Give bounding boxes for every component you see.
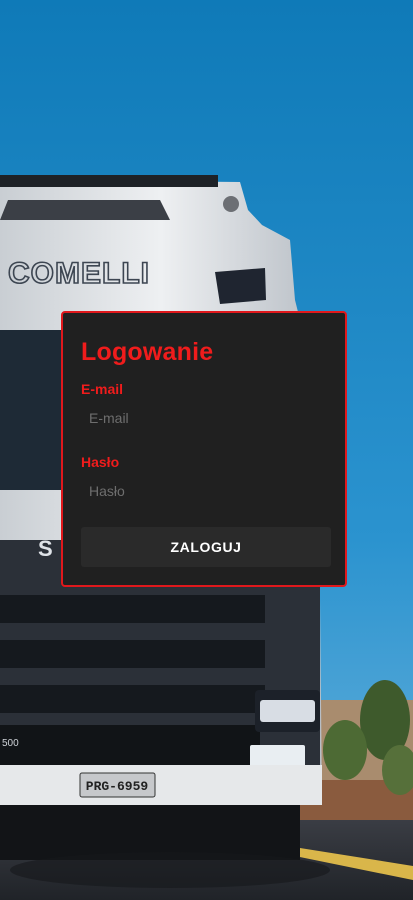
- login-card: Logowanie E-mail Hasło ZALOGUJ: [61, 311, 347, 587]
- login-title: Logowanie: [81, 338, 214, 366]
- truck-brand-text: COMELLI: [8, 257, 150, 290]
- license-plate-text: PRG-6959: [86, 779, 149, 794]
- truck-model-badge: 500: [2, 738, 19, 749]
- login-submit-button[interactable]: ZALOGUJ: [81, 527, 331, 567]
- password-label: Hasło: [81, 454, 120, 470]
- email-label: E-mail: [81, 381, 124, 397]
- truck-grille-badge: S: [38, 536, 53, 561]
- password-input[interactable]: [81, 475, 327, 507]
- login-screen: COMELLI S 500 PRG-6959 Logowanie E-mail …: [0, 0, 413, 900]
- email-input[interactable]: [81, 402, 327, 434]
